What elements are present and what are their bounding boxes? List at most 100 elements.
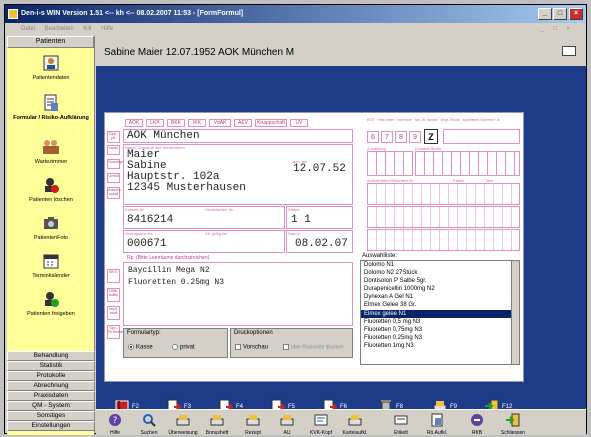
maximize-button[interactable]: □ bbox=[553, 8, 567, 20]
pzn-row-2[interactable] bbox=[367, 206, 520, 228]
checkbox-box bbox=[283, 344, 289, 350]
search-icon bbox=[143, 414, 156, 427]
patient-header: Sabine Maier 12.07.1952 AOK München M bbox=[96, 36, 586, 66]
patient-city[interactable]: 12345 Musterhausen bbox=[127, 183, 246, 194]
toolbar-suchen-button[interactable]: Suchen bbox=[132, 410, 166, 436]
gesamt-box[interactable] bbox=[415, 151, 520, 176]
formulartyp-group: Formulartyp: Kasse privat bbox=[123, 328, 228, 358]
box-7[interactable]: 7 bbox=[381, 131, 393, 143]
pzn-row-3[interactable] bbox=[367, 229, 520, 251]
nav-sonstiges[interactable]: Sonstiges bbox=[7, 411, 95, 421]
patient-card-icon[interactable] bbox=[562, 46, 576, 56]
side-label-sonst: Sonstige bbox=[107, 159, 124, 169]
radio-kasse[interactable]: Kasse bbox=[128, 344, 153, 351]
rp-line: Fluoretten 0.25mg N3 bbox=[128, 278, 225, 287]
toolbar-label: Hilfe bbox=[109, 430, 120, 436]
sidebar-item-wartezimmer[interactable]: Wartezimmer bbox=[7, 138, 95, 165]
auswahlliste-listbox[interactable]: Dolomo N1 Dolomo N2 27Stück Dontisolon P… bbox=[360, 260, 520, 365]
box-z[interactable]: Z bbox=[424, 129, 438, 144]
toolbar-label: Überweisung bbox=[168, 430, 198, 436]
apotheke-nr-box[interactable] bbox=[443, 129, 520, 144]
nav-praxisdaten[interactable]: Praxisdaten bbox=[7, 391, 95, 401]
mdi-controls[interactable]: _ □ × bbox=[540, 23, 574, 35]
xray-icon bbox=[431, 413, 443, 427]
kasse-tab-uv[interactable]: UV bbox=[290, 119, 308, 127]
kassennr-value[interactable]: 8416214 bbox=[127, 214, 173, 226]
nav-abrechnung[interactable]: Abrechnung bbox=[7, 381, 95, 391]
kasse-tab-aev[interactable]: AEV bbox=[234, 119, 252, 127]
list-item[interactable]: Fluoretten 0,5 mg N3 bbox=[361, 318, 519, 326]
toolbar-au-button[interactable]: AU bbox=[270, 410, 304, 436]
sidebar-item-terminkalender[interactable]: Terminkalender bbox=[7, 252, 95, 279]
nav-header-patienten[interactable]: Patienten bbox=[7, 36, 94, 48]
box-6[interactable]: 6 bbox=[367, 131, 379, 143]
box-8[interactable]: 8 bbox=[395, 131, 407, 143]
kasse-tab-lkk[interactable]: LKK bbox=[146, 119, 164, 127]
list-item[interactable]: Elmex Gelee 38 Gr. bbox=[361, 301, 519, 309]
nav-qm-system[interactable]: QM - System bbox=[7, 401, 95, 411]
title-bar[interactable]: Den-i-s WIN Version 1.51 <-- kh <-- 08.0… bbox=[5, 5, 586, 23]
kasse-name[interactable]: AOK München bbox=[127, 130, 200, 142]
list-item-selected[interactable]: Elmex gelee N1 bbox=[361, 309, 519, 318]
checkbox-vorschau[interactable]: Vorschau bbox=[235, 344, 268, 351]
kasse-tab-ikk[interactable]: IKK bbox=[188, 119, 206, 127]
toolbar-roe-aufkl-button[interactable]: Rö.Aufkl. bbox=[420, 410, 454, 436]
menu-kill[interactable]: Kill bbox=[83, 26, 91, 32]
list-item[interactable]: Dontisolon P Salbe 5gr. bbox=[361, 277, 519, 285]
menu-bearbeiten[interactable]: Bearbeiten bbox=[45, 26, 74, 32]
pzn-row-1[interactable] bbox=[367, 183, 520, 205]
kasse-tab-vdak[interactable]: VdAK bbox=[209, 119, 231, 127]
toolbar-etikett-button[interactable]: Etikett bbox=[384, 410, 418, 436]
arztnr-value[interactable]: 000671 bbox=[127, 238, 167, 250]
nav-behandlung[interactable]: Behandlung bbox=[7, 351, 95, 361]
list-scrollbar[interactable] bbox=[511, 261, 519, 364]
toolbar-schliessen-button[interactable]: Schliessen bbox=[496, 410, 530, 436]
list-item[interactable]: Fluoretten 0,75mg N3 bbox=[361, 326, 519, 334]
sidebar-item-patienten-freigeben[interactable]: Patienten freigeben bbox=[7, 290, 95, 317]
nav-einstellungen[interactable]: Einstellungen bbox=[7, 421, 95, 431]
toolbar-hilfe-button[interactable]: ? Hilfe bbox=[98, 410, 132, 436]
zuzahlung-box[interactable] bbox=[367, 151, 413, 176]
menu-hilfe[interactable]: Hilfe bbox=[101, 26, 113, 32]
toolbar-rezept-button[interactable]: Rezept bbox=[236, 410, 270, 436]
status-value[interactable]: 1 1 bbox=[291, 214, 311, 226]
sidebar-item-patienten-loeschen[interactable]: Patienten löschen bbox=[7, 176, 95, 203]
toolbar-ueberweisung-button[interactable]: Überweisung bbox=[166, 410, 200, 436]
toolbar-kvk-kopf-button[interactable]: KVK-Kopf bbox=[304, 410, 338, 436]
delete-patient-icon bbox=[45, 178, 59, 193]
toolbar-bonusheft-button[interactable]: Bonusheft bbox=[200, 410, 234, 436]
app-icon bbox=[8, 9, 18, 19]
list-item[interactable]: Fluoretten 0,25mg N3 bbox=[361, 334, 519, 342]
toolbar-karteiaufkl-button[interactable]: Karteiaufkl. bbox=[338, 410, 372, 436]
waiting-room-icon bbox=[43, 140, 59, 154]
checkbox-ruecken[interactable]: über Rückseite drucken bbox=[283, 344, 344, 350]
list-item[interactable]: Durapenicellin 1000mg N2 bbox=[361, 285, 519, 293]
radio-privat[interactable]: privat bbox=[172, 344, 195, 351]
rp-textarea[interactable]: Baycillin Mega N2 Fluoretten 0.25mg N3 bbox=[123, 262, 353, 326]
nav-statistik[interactable]: Statistik bbox=[7, 361, 95, 371]
patient-info: Sabine Maier 12.07.1952 AOK München M bbox=[104, 47, 295, 58]
minimize-button[interactable]: _ bbox=[538, 8, 552, 20]
sidebar-item-formular[interactable]: Formular / Risiko-Aufklärung bbox=[7, 94, 95, 121]
sidebar-item-patientenfoto[interactable]: PatientenFoto bbox=[7, 214, 95, 241]
kasse-tab-aok[interactable]: AOK bbox=[125, 119, 143, 127]
toolbar-rkb-button[interactable]: RKB bbox=[460, 410, 494, 436]
kasse-tab-knappschaft[interactable]: Knappschaft bbox=[255, 119, 287, 127]
druckoptionen-group: Druckoptionen Vorschau über Rückseite dr… bbox=[230, 328, 353, 358]
side-label-hilfs: Hilfs-mittel bbox=[107, 288, 120, 302]
datum-value[interactable]: 08.02.07 bbox=[295, 238, 348, 250]
list-item[interactable]: Dolomo N1 bbox=[361, 261, 519, 269]
sidebar-item-patientendaten[interactable]: Patientendaten bbox=[7, 54, 95, 81]
list-item[interactable]: Dolomo N2 27Stück bbox=[361, 269, 519, 277]
datum-label: Datum bbox=[288, 231, 300, 236]
list-item[interactable]: Dynexan A Gel N1 bbox=[361, 293, 519, 301]
close-button[interactable]: × bbox=[569, 8, 583, 20]
sidebar-item-label: Patientendaten bbox=[32, 75, 70, 81]
kasse-tab-bkk[interactable]: BKK bbox=[167, 119, 185, 127]
box-9[interactable]: 9 bbox=[409, 131, 421, 143]
menu-datei[interactable]: Datei bbox=[21, 26, 35, 32]
patient-birthdate[interactable]: 12.07.52 bbox=[293, 163, 346, 175]
list-item[interactable]: Fluoretten 1mg N3 bbox=[361, 342, 519, 350]
checkbox-vorschau-label: Vorschau bbox=[243, 344, 269, 351]
nav-protokolle[interactable]: Protokolle bbox=[7, 371, 95, 381]
